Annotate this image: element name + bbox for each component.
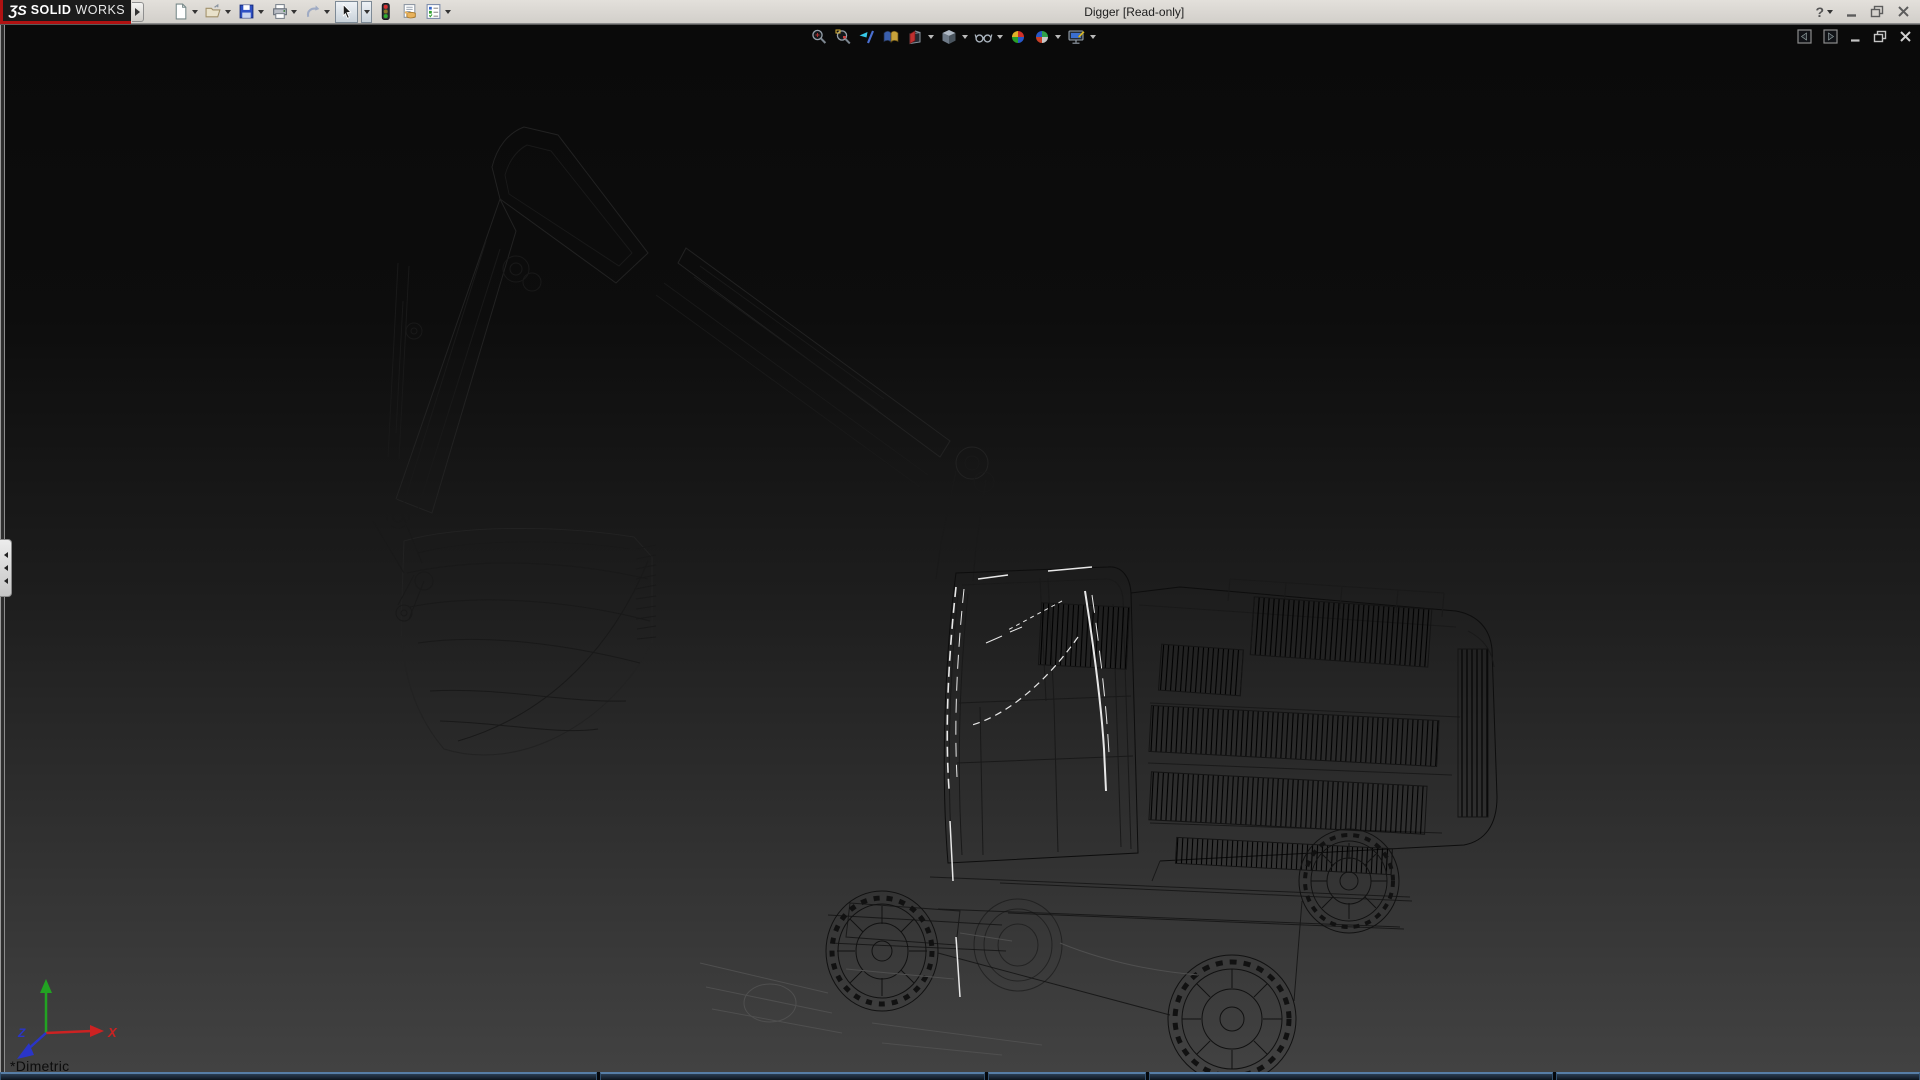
printer-icon [271,3,288,20]
select-dropdown-button[interactable] [361,1,372,23]
traffic-light-icon [377,3,394,20]
engine-body-group [1000,579,1497,929]
options-dropdown-arrow[interactable] [445,10,451,14]
file-properties-button[interactable] [399,1,420,23]
print-button[interactable] [269,1,299,23]
new-document-button[interactable] [170,1,200,23]
undo-arrow-icon [304,3,321,20]
graphics-viewport[interactable]: X Z *Dimetric [0,24,1920,1072]
help-dropdown-arrow[interactable] [1827,10,1833,14]
print-dropdown-arrow[interactable] [291,10,297,14]
undo-dropdown-arrow[interactable] [324,10,330,14]
digger-wireframe-model [0,25,1920,1072]
undo-button[interactable] [302,1,332,23]
taskbar-segment[interactable] [1149,1072,1553,1080]
options-button[interactable] [423,1,453,23]
rebuild-button[interactable] [375,1,396,23]
view-orientation-label: *Dimetric [10,1058,69,1072]
open-document-button[interactable] [203,1,233,23]
logo-text-works: WORKS [75,3,125,17]
x-axis-label: X [107,1025,118,1040]
bucket-group [373,499,656,755]
x-axis-arrow [46,1031,92,1033]
window-controls: ? [1815,4,1910,20]
flyout-arrow-icon [135,8,140,16]
ghost-lines-group [700,933,1198,1055]
save-dropdown-arrow[interactable] [258,10,264,14]
options-checklist-icon [425,3,442,20]
taskbar-segment[interactable] [988,1072,1146,1080]
standard-toolbar [170,1,453,23]
new-dropdown-arrow[interactable] [192,10,198,14]
taskbar-edge [0,1072,1920,1080]
solidworks-logo: ƷS SOLIDWORKS [0,0,131,24]
logo-text-solid: SOLID [31,3,72,17]
restore-button[interactable] [1870,5,1885,18]
open-dropdown-arrow[interactable] [225,10,231,14]
taskbar-segment[interactable] [0,1072,597,1080]
dassault-mark-icon: ƷS [9,2,27,18]
select-cursor-icon [338,3,355,20]
taskbar-segment[interactable] [1556,1072,1920,1080]
menu-flyout-tab[interactable] [132,2,144,22]
help-icon: ? [1815,4,1824,20]
open-folder-icon [205,3,222,20]
save-floppy-icon [238,3,255,20]
document-title: Digger [Read-only] [453,5,1815,19]
z-axis-label: Z [17,1026,26,1040]
boom-arm-group [388,127,994,581]
new-document-icon [172,3,189,20]
chassis-group [828,877,1410,1015]
title-bar: ƷS SOLIDWORKS [0,0,1920,24]
help-button[interactable]: ? [1815,4,1833,20]
y-axis-arrowhead [40,979,52,993]
close-button[interactable] [1897,5,1910,18]
select-dropdown-arrow [364,10,370,14]
minimize-button[interactable] [1845,5,1858,18]
select-tool-button[interactable] [335,1,358,23]
taskbar-segment[interactable] [600,1072,985,1080]
file-properties-icon [401,3,418,20]
x-axis-arrowhead [90,1025,104,1037]
save-button[interactable] [236,1,266,23]
